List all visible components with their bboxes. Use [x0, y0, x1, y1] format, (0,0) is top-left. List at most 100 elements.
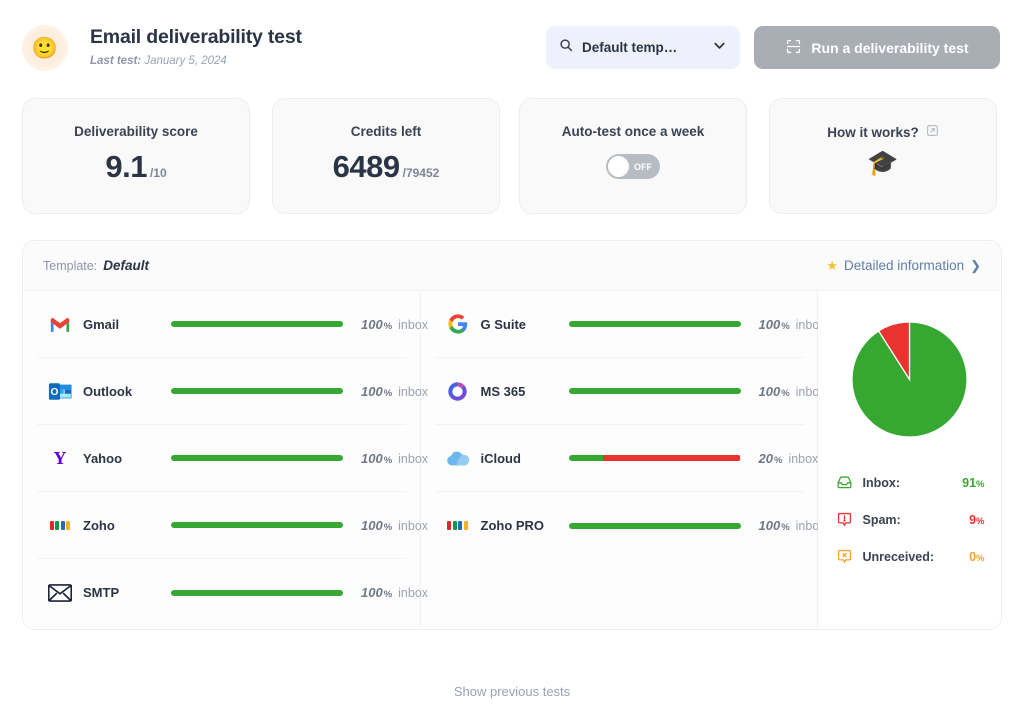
- legend-value-sign: %: [976, 479, 984, 490]
- icloud-icon: [445, 445, 471, 471]
- inbox-percentage: 100%inbox: [759, 518, 826, 533]
- provider-name: SMTP: [83, 585, 165, 600]
- stat-value: 6489 /79452: [333, 149, 440, 185]
- provider-row: Zoho100%inbox: [37, 492, 406, 559]
- legend-label: Inbox:: [863, 476, 901, 490]
- panel-body: Gmail100%inboxOOutlook100%inboxYYahoo100…: [23, 291, 1001, 630]
- percentage-sign: %: [384, 321, 392, 332]
- legend-value: 91%: [962, 476, 984, 490]
- smtp-icon: [47, 580, 73, 606]
- bar-segment-inbox: [171, 590, 343, 596]
- last-test-line: Last test: January 5, 2024: [90, 55, 227, 67]
- inbox-bar: [171, 388, 343, 394]
- provider-name: Outlook: [83, 384, 165, 399]
- stat-label: Credits left: [351, 124, 422, 139]
- spam-alert-icon: [835, 510, 854, 529]
- inbox-percentage: 100%inbox: [361, 518, 428, 533]
- bar-segment-inbox: [171, 321, 343, 327]
- ms365-icon: [445, 378, 471, 404]
- stat-card-credits-left: Credits left 6489 /79452: [272, 98, 500, 214]
- percentage-value: 100: [361, 384, 383, 399]
- stat-label: Deliverability score: [74, 124, 198, 139]
- search-icon: [559, 38, 573, 57]
- inbox-percentage: 20%inbox: [759, 451, 819, 466]
- percentage-value: 100: [361, 518, 383, 533]
- svg-text:Y: Y: [54, 448, 67, 468]
- provider-row: OOutlook100%inbox: [37, 358, 406, 425]
- run-deliverability-test-button[interactable]: Run a deliverability test: [754, 26, 1000, 69]
- inbox-percentage: 100%inbox: [759, 317, 826, 332]
- inbox-bar: [569, 455, 741, 461]
- summary-chart-area: Inbox: 91% Spam: 9% Unreceived:0%: [818, 291, 1001, 630]
- legend-value: 0%: [969, 550, 984, 564]
- percentage-value: 100: [759, 317, 781, 332]
- provider-name: iCloud: [481, 451, 563, 466]
- percentage-sign: %: [384, 388, 392, 399]
- percentage-value: 20: [759, 451, 773, 466]
- legend-row: Unreceived:0%: [835, 538, 985, 575]
- legend-label: Spam:: [863, 513, 901, 527]
- inbox-bar: [171, 522, 343, 528]
- inbox-bar: [569, 321, 741, 327]
- providers-column-left: Gmail100%inboxOOutlook100%inboxYYahoo100…: [23, 291, 421, 630]
- provider-name: Zoho PRO: [481, 518, 563, 533]
- chevron-down-icon: [712, 38, 727, 58]
- stat-label: Auto-test once a week: [562, 124, 705, 139]
- gsuite-icon: [445, 311, 471, 337]
- run-button-label: Run a deliverability test: [811, 40, 968, 56]
- inbox-percentage: 100%inbox: [361, 384, 428, 399]
- avatar-emoji: 🙂: [32, 38, 58, 59]
- show-previous-tests-link[interactable]: Show previous tests: [0, 684, 1024, 699]
- bar-segment-spam: [603, 455, 741, 461]
- scan-icon: [785, 38, 802, 58]
- inbox-percentage: 100%inbox: [361, 317, 428, 332]
- panel-header: Template: Default ★ Detailed information…: [23, 241, 1001, 291]
- provider-row: Gmail100%inbox: [37, 291, 406, 358]
- template-value: Default: [103, 258, 149, 273]
- inbox-percentage: 100%inbox: [361, 451, 428, 466]
- inbox-percentage: 100%inbox: [361, 585, 428, 600]
- template-select-value: Default temp…: [582, 40, 703, 55]
- percentage-value: 100: [361, 451, 383, 466]
- toggle-knob: [608, 156, 629, 177]
- detailed-information-link[interactable]: ★ Detailed information ❯: [826, 258, 981, 274]
- stat-card-how-it-works[interactable]: How it works? 🎓: [769, 98, 997, 214]
- bar-segment-inbox: [569, 523, 741, 529]
- provider-row: YYahoo100%inbox: [37, 425, 406, 492]
- template-select[interactable]: Default temp…: [546, 26, 740, 69]
- credits-suffix: /79452: [403, 166, 440, 180]
- page-header: 🙂 Email deliverability test Last test: J…: [0, 0, 1024, 92]
- provider-row: G Suite100%inbox: [435, 291, 805, 358]
- provider-row: Zoho PRO100%inbox: [435, 492, 805, 559]
- bar-segment-inbox: [171, 455, 343, 461]
- deliverability-test-page: 🙂 Email deliverability test Last test: J…: [0, 0, 1024, 716]
- avatar: 🙂: [22, 25, 68, 71]
- percentage-value: 100: [759, 384, 781, 399]
- provider-name: G Suite: [481, 317, 563, 332]
- svg-text:O: O: [51, 387, 59, 398]
- bar-segment-inbox: [569, 321, 741, 327]
- provider-name: MS 365: [481, 384, 563, 399]
- providers-column-right: G Suite100%inboxMS 365100%inboxiCloud20%…: [421, 291, 819, 630]
- stat-value: 9.1 /10: [105, 149, 166, 185]
- percentage-sign: %: [384, 455, 392, 466]
- provider-row: SMTP100%inbox: [37, 559, 406, 626]
- results-panel: Template: Default ★ Detailed information…: [22, 240, 1002, 630]
- auto-test-toggle[interactable]: OFF: [606, 154, 660, 179]
- bar-segment-inbox: [569, 455, 603, 461]
- stat-cards: Deliverability score 9.1 /10 Credits lef…: [22, 98, 1002, 214]
- legend-value: 9%: [969, 513, 984, 527]
- bar-segment-inbox: [171, 388, 343, 394]
- inbox-bar: [569, 388, 741, 394]
- external-link-icon[interactable]: [926, 124, 939, 140]
- gmail-icon: [47, 311, 73, 337]
- bar-segment-inbox: [569, 388, 741, 394]
- legend-row: Inbox: 91%: [835, 464, 985, 501]
- last-test-date: January 5, 2024: [144, 55, 226, 67]
- inbox-percentage: 100%inbox: [759, 384, 826, 399]
- inbox-bar: [171, 321, 343, 327]
- zoho-icon: [47, 512, 73, 538]
- legend-row: Spam: 9%: [835, 501, 985, 538]
- percentage-sign: %: [384, 522, 392, 533]
- percentage-value: 100: [361, 585, 383, 600]
